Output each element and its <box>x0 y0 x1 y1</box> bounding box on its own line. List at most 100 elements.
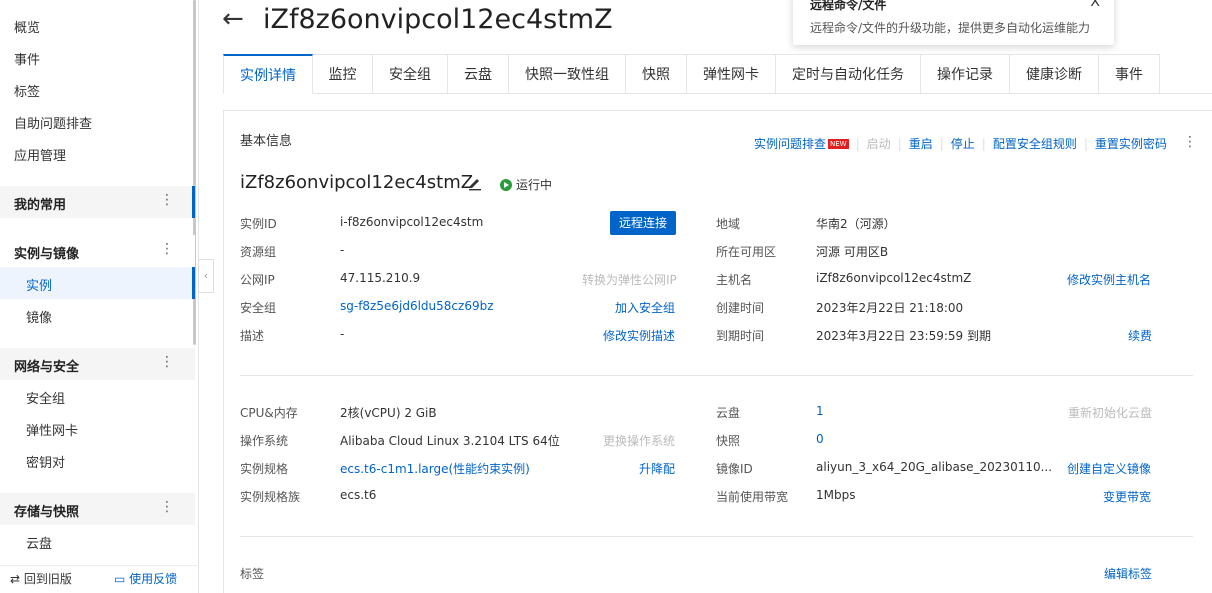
divider: | <box>855 136 860 151</box>
created-time-value: 2023年2月22日 21:18:00 <box>816 301 964 315</box>
disk-label: 云盘 <box>716 406 741 420</box>
convert-eip-link[interactable]: 转换为弹性公网IP <box>582 271 677 288</box>
edit-icon[interactable] <box>467 175 483 191</box>
restart-link[interactable]: 重启 <box>909 135 933 152</box>
sidebar-group-storage-snapshots[interactable]: 存储与快照 ⋮ <box>0 493 195 525</box>
disk-count-link[interactable]: 1 <box>816 404 824 418</box>
sidebar-item-troubleshoot[interactable]: 自助问题排查 <box>14 113 92 132</box>
sidebar-group-network-security[interactable]: 网络与安全 ⋮ <box>0 348 195 380</box>
resource-group-value: - <box>340 243 345 257</box>
expire-time-label: 到期时间 <box>716 329 765 343</box>
tab-security-groups[interactable]: 安全组 <box>373 54 448 94</box>
instance-type-link[interactable]: ecs.t6-c1m1.large(性能约束实例) <box>340 460 530 477</box>
new-badge: NEW <box>828 138 849 149</box>
create-custom-image-link[interactable]: 创建自定义镜像 <box>1067 460 1151 477</box>
more-vertical-icon[interactable]: ⋮ <box>1183 134 1197 150</box>
change-os-link[interactable]: 更换操作系统 <box>603 432 675 449</box>
action-bar: 实例问题排查 NEW | 启动 | 重启 | 停止 | 配置安全组规则 | 重置… <box>754 135 1167 152</box>
sidebar: 概览 事件 标签 自助问题排查 应用管理 我的常用 ⋮ 实例与镜像 ⋮ 实例 镜… <box>0 0 199 593</box>
edit-description-link[interactable]: 修改实例描述 <box>603 327 675 344</box>
reset-password-link[interactable]: 重置实例密码 <box>1095 135 1167 152</box>
sidebar-item-app-management[interactable]: 应用管理 <box>14 145 66 164</box>
security-group-link[interactable]: sg-f8z5e6jd6ldu58cz69bz <box>340 299 494 313</box>
tab-scheduled-tasks[interactable]: 定时与自动化任务 <box>776 54 921 94</box>
sidebar-item-instances[interactable]: 实例 <box>0 267 195 299</box>
detail-tabs: 实例详情 监控 安全组 云盘 快照一致性组 快照 弹性网卡 定时与自动化任务 操… <box>223 54 1212 94</box>
image-id-value: aliyun_3_x64_20G_alibase_20230110... <box>816 460 1053 474</box>
instance-family-value: ecs.t6 <box>340 488 377 502</box>
edit-hostname-link[interactable]: 修改实例主机名 <box>1067 271 1151 288</box>
tab-operation-log[interactable]: 操作记录 <box>921 54 1010 94</box>
more-vertical-icon[interactable]: ⋮ <box>160 354 174 370</box>
bandwidth-value: 1Mbps <box>816 488 856 502</box>
expire-time-value: 2023年3月22日 23:59:59 到期 <box>816 329 991 343</box>
tab-disks[interactable]: 云盘 <box>448 54 509 94</box>
favorites-active-indicator <box>192 186 195 218</box>
group-label: 实例与镜像 <box>14 247 80 262</box>
instance-id-label: 实例ID <box>240 217 277 231</box>
edit-tags-link[interactable]: 编辑标签 <box>1104 565 1152 582</box>
start-link[interactable]: 启动 <box>867 135 891 152</box>
tab-events[interactable]: 事件 <box>1099 54 1160 94</box>
sidebar-group-instances-images[interactable]: 实例与镜像 ⋮ <box>0 235 195 267</box>
configure-sg-rules-link[interactable]: 配置安全组规则 <box>993 135 1077 152</box>
bandwidth-label: 当前使用带宽 <box>716 490 789 504</box>
group-label: 网络与安全 <box>14 360 80 375</box>
feedback-label: 使用反馈 <box>129 572 178 586</box>
tab-snapshot-consistency-groups[interactable]: 快照一致性组 <box>509 54 626 94</box>
remote-connect-button[interactable]: 远程连接 <box>610 211 676 235</box>
divider: | <box>1083 136 1088 151</box>
section-divider <box>240 536 1193 537</box>
running-icon <box>500 178 512 191</box>
section-divider <box>240 375 1193 376</box>
sidebar-item-keypairs[interactable]: 密钥对 <box>26 452 65 471</box>
group-label: 我的常用 <box>14 198 67 213</box>
sidebar-group-favorites[interactable]: 我的常用 ⋮ <box>0 186 195 218</box>
tab-instance-details[interactable]: 实例详情 <box>223 54 313 94</box>
instance-type-label: 实例规格 <box>240 462 289 476</box>
security-group-label: 安全组 <box>240 301 277 315</box>
status-text: 运行中 <box>516 178 553 192</box>
cpu-memory-value: 2核(vCPU) 2 GiB <box>340 406 437 420</box>
arrow-left-icon[interactable]: ← <box>222 4 244 34</box>
instance-id-value: i-f8z6onvipcol12ec4stm <box>340 215 484 229</box>
sidebar-item-overview[interactable]: 概览 <box>14 17 40 36</box>
sidebar-item-security-groups[interactable]: 安全组 <box>26 388 65 407</box>
more-vertical-icon[interactable]: ⋮ <box>160 499 174 515</box>
snapshot-count-link[interactable]: 0 <box>816 432 824 446</box>
tab-monitoring[interactable]: 监控 <box>313 54 373 94</box>
change-bandwidth-link[interactable]: 变更带宽 <box>1103 488 1151 505</box>
sidebar-item-events[interactable]: 事件 <box>14 49 40 68</box>
hostname-label: 主机名 <box>716 273 753 287</box>
sidebar-item-tags[interactable]: 标签 <box>14 81 40 100</box>
sidebar-footer: ⇄ 回到旧版 ▭ 使用反馈 <box>0 565 199 593</box>
back-to-old-version-link[interactable]: ⇄ 回到旧版 <box>10 570 72 587</box>
sidebar-item-images[interactable]: 镜像 <box>26 307 52 326</box>
join-security-group-link[interactable]: 加入安全组 <box>615 299 675 316</box>
divider: | <box>897 136 902 151</box>
tab-eni[interactable]: 弹性网卡 <box>687 54 776 94</box>
region-label: 地域 <box>716 217 741 231</box>
zone-label: 所在可用区 <box>716 245 777 259</box>
renew-link[interactable]: 续费 <box>1128 327 1152 344</box>
tab-snapshots[interactable]: 快照 <box>626 54 687 94</box>
troubleshoot-link[interactable]: 实例问题排查 <box>754 135 826 152</box>
more-vertical-icon[interactable]: ⋮ <box>160 192 174 208</box>
region-value: 华南2（河源） <box>816 217 896 231</box>
sidebar-collapse-button[interactable]: ‹ <box>198 259 214 293</box>
status-badge: 运行中 <box>500 176 552 193</box>
close-icon[interactable]: X <box>1090 0 1100 10</box>
resource-group-label: 资源组 <box>240 245 277 259</box>
tab-health-diagnosis[interactable]: 健康诊断 <box>1010 54 1099 94</box>
stop-link[interactable]: 停止 <box>951 135 975 152</box>
sidebar-item-eni[interactable]: 弹性网卡 <box>26 420 78 439</box>
divider: | <box>981 136 986 151</box>
sidebar-item-disks[interactable]: 云盘 <box>26 533 52 552</box>
upgrade-downgrade-link[interactable]: 升降配 <box>639 460 675 477</box>
feedback-link[interactable]: ▭ 使用反馈 <box>114 570 177 587</box>
tags-label: 标签 <box>240 567 265 581</box>
reinit-disk-link[interactable]: 重新初始化云盘 <box>1068 404 1152 421</box>
tooltip-body: 远程命令/文件的升级功能，提供更多自动化运维能力 <box>810 21 1091 35</box>
snapshot-label: 快照 <box>716 434 741 448</box>
more-vertical-icon[interactable]: ⋮ <box>160 241 174 257</box>
